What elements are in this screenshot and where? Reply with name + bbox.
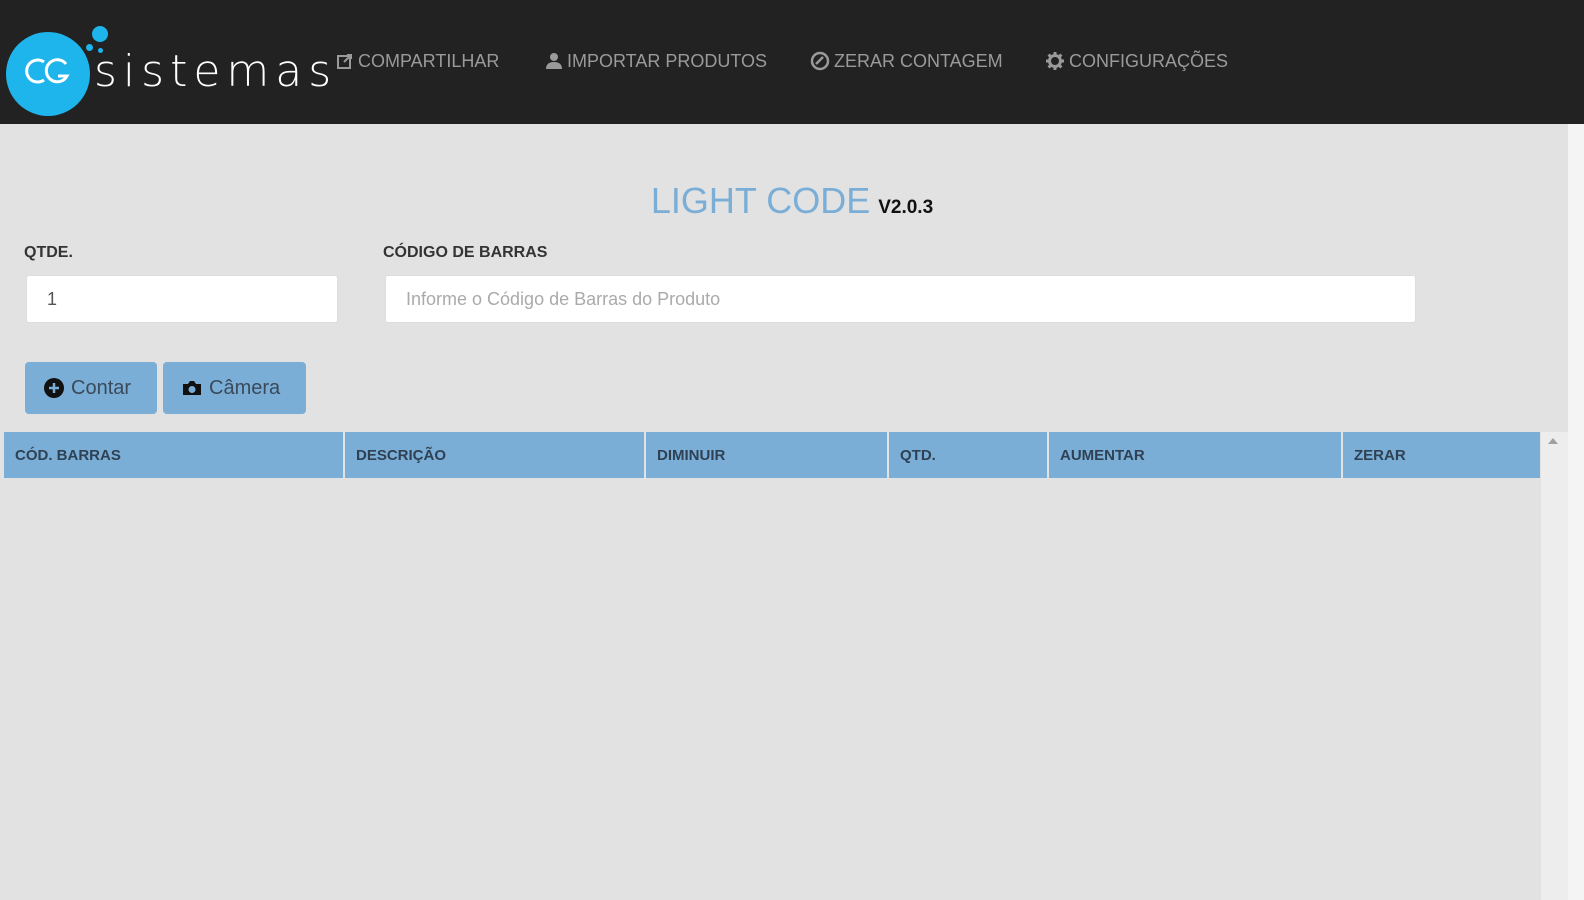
scroll-up-icon[interactable] <box>1548 438 1558 444</box>
col-qty[interactable]: QTD. <box>889 432 1049 478</box>
table-scrollbar[interactable] <box>1541 432 1568 900</box>
qty-input[interactable] <box>26 275 338 323</box>
cg-logo-icon <box>25 58 70 84</box>
products-table-header: CÓD. BARRAS DESCRIÇÃO DIMINUIR QTD. AUME… <box>4 432 1540 478</box>
nav-import-products[interactable]: IMPORTAR PRODUTOS <box>545 48 767 74</box>
nav-settings-label: CONFIGURAÇÕES <box>1069 50 1229 71</box>
nav-share-label: COMPARTILHAR <box>358 50 500 71</box>
col-increase[interactable]: AUMENTAR <box>1049 432 1343 478</box>
camera-button[interactable]: Câmera <box>163 362 306 414</box>
main-content <box>3 124 1584 900</box>
count-button-label: Contar <box>71 376 132 399</box>
nav-reset-count[interactable]: ZERAR CONTAGEM <box>810 48 1003 74</box>
col-decrease[interactable]: DIMINUIR <box>646 432 889 478</box>
camera-icon <box>183 381 201 395</box>
brand-name: sistemas <box>94 46 338 97</box>
page-title: LIGHT CODE V2.0.3 <box>0 180 1584 222</box>
nav-reset-label: ZERAR CONTAGEM <box>834 50 1003 71</box>
count-button[interactable]: Contar <box>25 362 157 414</box>
app-title: LIGHT CODE <box>650 180 871 221</box>
plus-circle-icon <box>44 378 64 398</box>
nav-share[interactable]: COMPARTILHAR <box>336 48 499 74</box>
col-description[interactable]: DESCRIÇÃO <box>345 432 646 478</box>
top-navbar: sistemas COMPARTILHAR IMPORTAR PRODUTOS … <box>0 0 1584 124</box>
logo-dot <box>92 26 108 42</box>
col-barcode[interactable]: CÓD. BARRAS <box>4 432 345 478</box>
user-import-icon <box>546 53 562 69</box>
app-version: V2.0.3 <box>878 197 934 218</box>
logo-dot <box>86 44 93 51</box>
barcode-input[interactable] <box>385 275 1416 323</box>
col-reset[interactable]: ZERAR <box>1343 432 1540 478</box>
camera-button-label: Câmera <box>209 376 281 399</box>
gear-icon <box>1046 52 1064 70</box>
share-icon <box>337 54 352 69</box>
page-gutter <box>1568 124 1584 900</box>
ban-icon <box>810 51 830 71</box>
nav-settings[interactable]: CONFIGURAÇÕES <box>1045 48 1228 74</box>
barcode-label: CÓDIGO DE BARRAS <box>383 244 548 261</box>
qty-label: QTDE. <box>24 244 73 261</box>
nav-import-label: IMPORTAR PRODUTOS <box>567 50 768 71</box>
brand-logo[interactable]: sistemas <box>6 22 331 118</box>
